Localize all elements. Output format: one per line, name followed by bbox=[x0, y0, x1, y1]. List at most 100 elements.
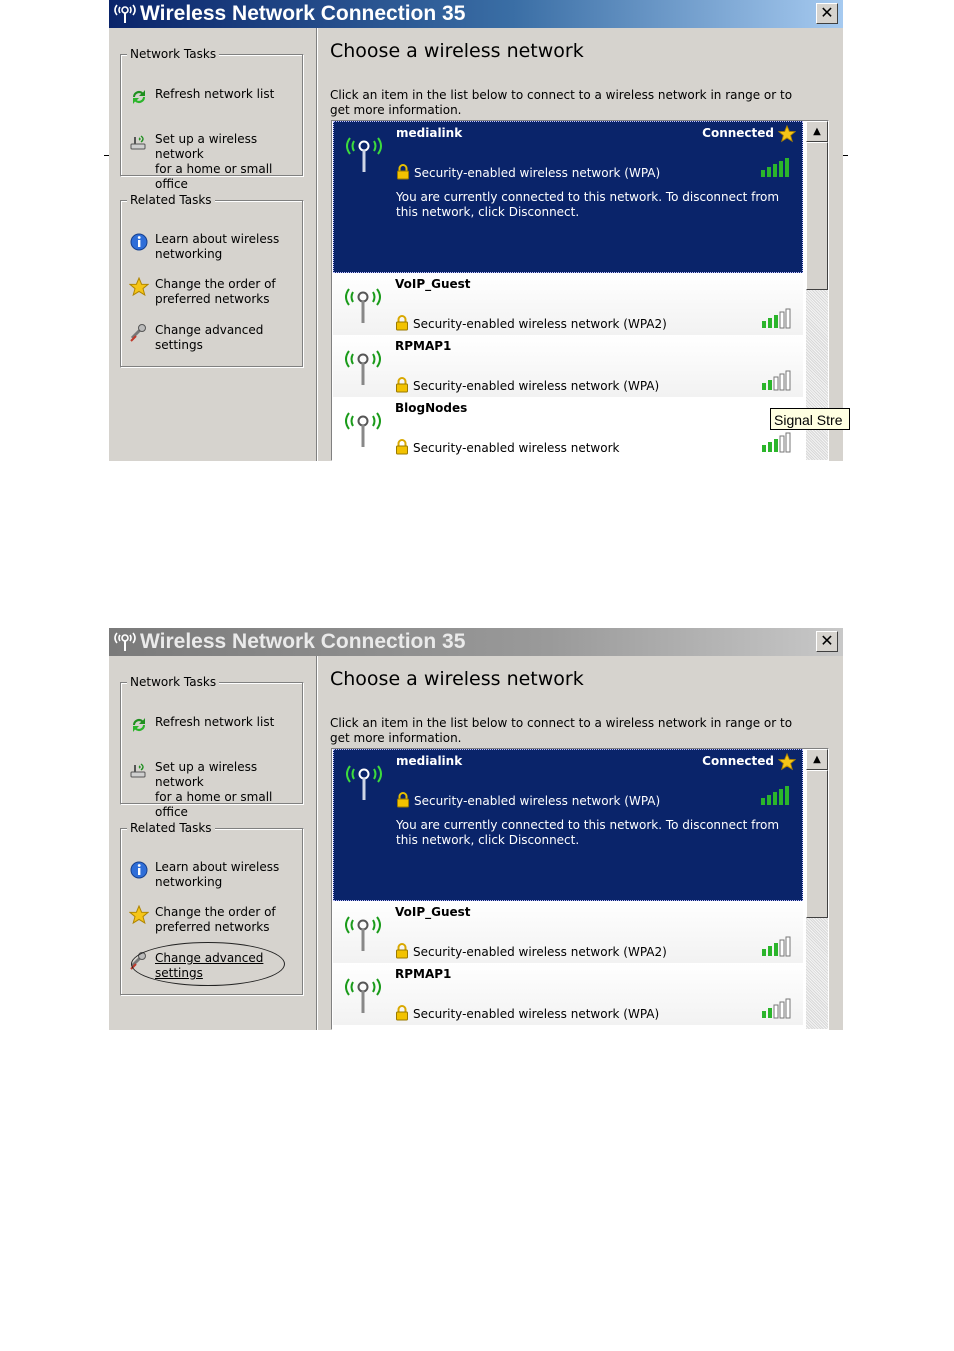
network-item-blognodes[interactable]: BlogNodes Security-enabled wireless netw… bbox=[333, 397, 803, 459]
wireless-window-1: Wireless Network Connection 35 ✕ Network… bbox=[109, 0, 843, 461]
security-text: Security-enabled wireless network (WPA) bbox=[413, 1007, 660, 1021]
network-ssid: medialink bbox=[396, 754, 463, 768]
refresh-icon bbox=[132, 90, 146, 104]
wireless-antenna-icon bbox=[345, 350, 381, 385]
security-text: Security-enabled wireless network (WPA) bbox=[414, 166, 661, 180]
scroll-thumb[interactable] bbox=[806, 142, 828, 290]
wireless-network-list[interactable]: medialink Connected Security-enabled wir… bbox=[331, 748, 829, 1030]
network-item-voip-guest[interactable]: VoIP_Guest Security-enabled wireless net… bbox=[333, 273, 803, 335]
star-icon bbox=[129, 905, 149, 925]
signal-strength-icon bbox=[761, 786, 789, 805]
security-text: Security-enabled wireless network (WPA2) bbox=[413, 945, 667, 959]
scroll-up-button[interactable]: ▲ bbox=[806, 121, 828, 142]
connection-status: Connected bbox=[702, 126, 774, 140]
network-ssid: VoIP_Guest bbox=[395, 277, 471, 291]
network-tasks-group: Network Tasks Refresh network list Set u… bbox=[120, 47, 304, 191]
lock-icon bbox=[397, 792, 409, 808]
lock-icon bbox=[396, 439, 408, 455]
security-text: Security-enabled wireless network (WPA) bbox=[414, 794, 661, 808]
wireless-window-2: Wireless Network Connection 35 ✕ Network… bbox=[109, 628, 843, 1030]
learn-about-wireless-link[interactable]: Learn about wireless networking bbox=[129, 860, 299, 892]
network-ssid: RPMAP1 bbox=[395, 339, 452, 353]
page-heading: Choose a wireless network bbox=[330, 40, 584, 62]
signal-strength-icon bbox=[762, 432, 791, 453]
network-item-medialink[interactable]: medialink Connected Security-enabled wir… bbox=[333, 749, 803, 901]
wireless-antenna-icon bbox=[114, 4, 136, 23]
signal-strength-icon bbox=[762, 370, 791, 391]
star-icon bbox=[129, 277, 149, 297]
intro-text: Click an item in the list below to conne… bbox=[330, 716, 793, 745]
intro-text: Click an item in the list below to conne… bbox=[330, 88, 793, 117]
security-text: Security-enabled wireless network (WPA) bbox=[413, 379, 660, 393]
change-advanced-settings-link[interactable]: Change advanced settings bbox=[129, 942, 299, 986]
wireless-network-list[interactable]: medialink Connected Security-enabled wir… bbox=[331, 120, 829, 461]
learn-about-wireless-label: Learn about wireless networking bbox=[155, 860, 280, 889]
lock-icon bbox=[396, 943, 408, 959]
network-item-medialink[interactable]: medialink Connected Security-enabled wir… bbox=[333, 121, 803, 273]
title-bar[interactable]: Wireless Network Connection 35 ✕ bbox=[109, 0, 843, 28]
change-advanced-settings-label: Change advanced settings bbox=[155, 323, 264, 352]
signal-strength-icon bbox=[762, 936, 791, 957]
page-rule-right bbox=[843, 155, 848, 156]
network-tasks-group: Network Tasks Refresh network list Set u… bbox=[120, 675, 304, 819]
security-text: Security-enabled wireless network bbox=[413, 441, 620, 455]
setup-wireless-network-label: Set up a wireless network for a home or … bbox=[155, 132, 273, 191]
close-button[interactable]: ✕ bbox=[816, 3, 838, 24]
network-list-pane: Choose a wireless network Click an item … bbox=[317, 656, 843, 1030]
connection-status: Connected bbox=[702, 754, 774, 768]
page-heading: Choose a wireless network bbox=[330, 668, 584, 690]
wireless-antenna-icon bbox=[345, 916, 381, 951]
network-tasks-legend: Network Tasks bbox=[127, 675, 220, 689]
network-ssid: medialink bbox=[396, 126, 463, 140]
lock-icon bbox=[397, 164, 409, 180]
preferred-star-icon bbox=[778, 753, 796, 771]
wireless-antenna-icon bbox=[114, 632, 136, 651]
change-order-preferred-link[interactable]: Change the order of preferred networks bbox=[129, 905, 299, 937]
setup-wireless-network-link[interactable]: Set up a wireless network for a home or … bbox=[129, 132, 299, 191]
vertical-scrollbar[interactable]: ▲ bbox=[806, 749, 828, 1029]
refresh-icon bbox=[132, 718, 146, 732]
setup-wireless-network-label: Set up a wireless network for a home or … bbox=[155, 760, 273, 819]
related-tasks-group: Related Tasks Learn about wireless netwo… bbox=[120, 821, 304, 996]
wireless-antenna-icon bbox=[345, 288, 381, 323]
title-bar[interactable]: Wireless Network Connection 35 ✕ bbox=[109, 628, 843, 656]
info-icon bbox=[130, 861, 148, 879]
setup-network-icon bbox=[130, 135, 146, 150]
wireless-antenna-icon bbox=[345, 978, 381, 1013]
wireless-antenna-icon bbox=[345, 412, 381, 447]
scroll-up-button[interactable]: ▲ bbox=[806, 749, 828, 770]
highlight-ellipse bbox=[131, 942, 285, 986]
network-ssid: BlogNodes bbox=[395, 401, 468, 415]
connection-description: You are currently connected to this netw… bbox=[396, 190, 780, 219]
network-item-rpmap1[interactable]: RPMAP1 Security-enabled wireless network… bbox=[333, 335, 803, 397]
related-tasks-legend: Related Tasks bbox=[127, 821, 215, 835]
setup-wireless-network-link[interactable]: Set up a wireless network for a home or … bbox=[129, 760, 299, 819]
change-advanced-settings-link[interactable]: Change advanced settings bbox=[129, 323, 299, 355]
wireless-antenna-icon bbox=[346, 765, 382, 800]
info-icon bbox=[130, 233, 148, 251]
signal-strength-icon bbox=[762, 308, 791, 329]
network-item-rpmap1[interactable]: RPMAP1 Security-enabled wireless network… bbox=[333, 963, 803, 1025]
wireless-antenna-icon bbox=[346, 137, 382, 172]
lock-icon bbox=[396, 1005, 408, 1021]
close-button[interactable]: ✕ bbox=[816, 631, 838, 652]
scroll-thumb[interactable] bbox=[806, 770, 828, 918]
setup-network-icon bbox=[130, 763, 146, 778]
related-tasks-group: Related Tasks Learn about wireless netwo… bbox=[120, 193, 304, 368]
signal-strength-icon bbox=[761, 158, 789, 177]
network-ssid: VoIP_Guest bbox=[395, 905, 471, 919]
network-tasks-legend: Network Tasks bbox=[127, 47, 220, 61]
learn-about-wireless-link[interactable]: Learn about wireless networking bbox=[129, 232, 299, 264]
lock-icon bbox=[396, 315, 408, 331]
network-item-voip-guest[interactable]: VoIP_Guest Security-enabled wireless net… bbox=[333, 901, 803, 963]
signal-strength-icon bbox=[762, 998, 791, 1019]
refresh-network-list-link[interactable]: Refresh network list bbox=[129, 87, 299, 107]
change-order-preferred-label: Change the order of preferred networks bbox=[155, 905, 276, 934]
refresh-network-list-link[interactable]: Refresh network list bbox=[129, 715, 299, 735]
refresh-network-list-label: Refresh network list bbox=[155, 87, 275, 101]
change-order-preferred-link[interactable]: Change the order of preferred networks bbox=[129, 277, 299, 309]
change-order-preferred-label: Change the order of preferred networks bbox=[155, 277, 276, 306]
preferred-star-icon bbox=[778, 125, 796, 143]
task-pane: Network Tasks Refresh network list Set u… bbox=[109, 656, 317, 1030]
security-text: Security-enabled wireless network (WPA2) bbox=[413, 317, 667, 331]
